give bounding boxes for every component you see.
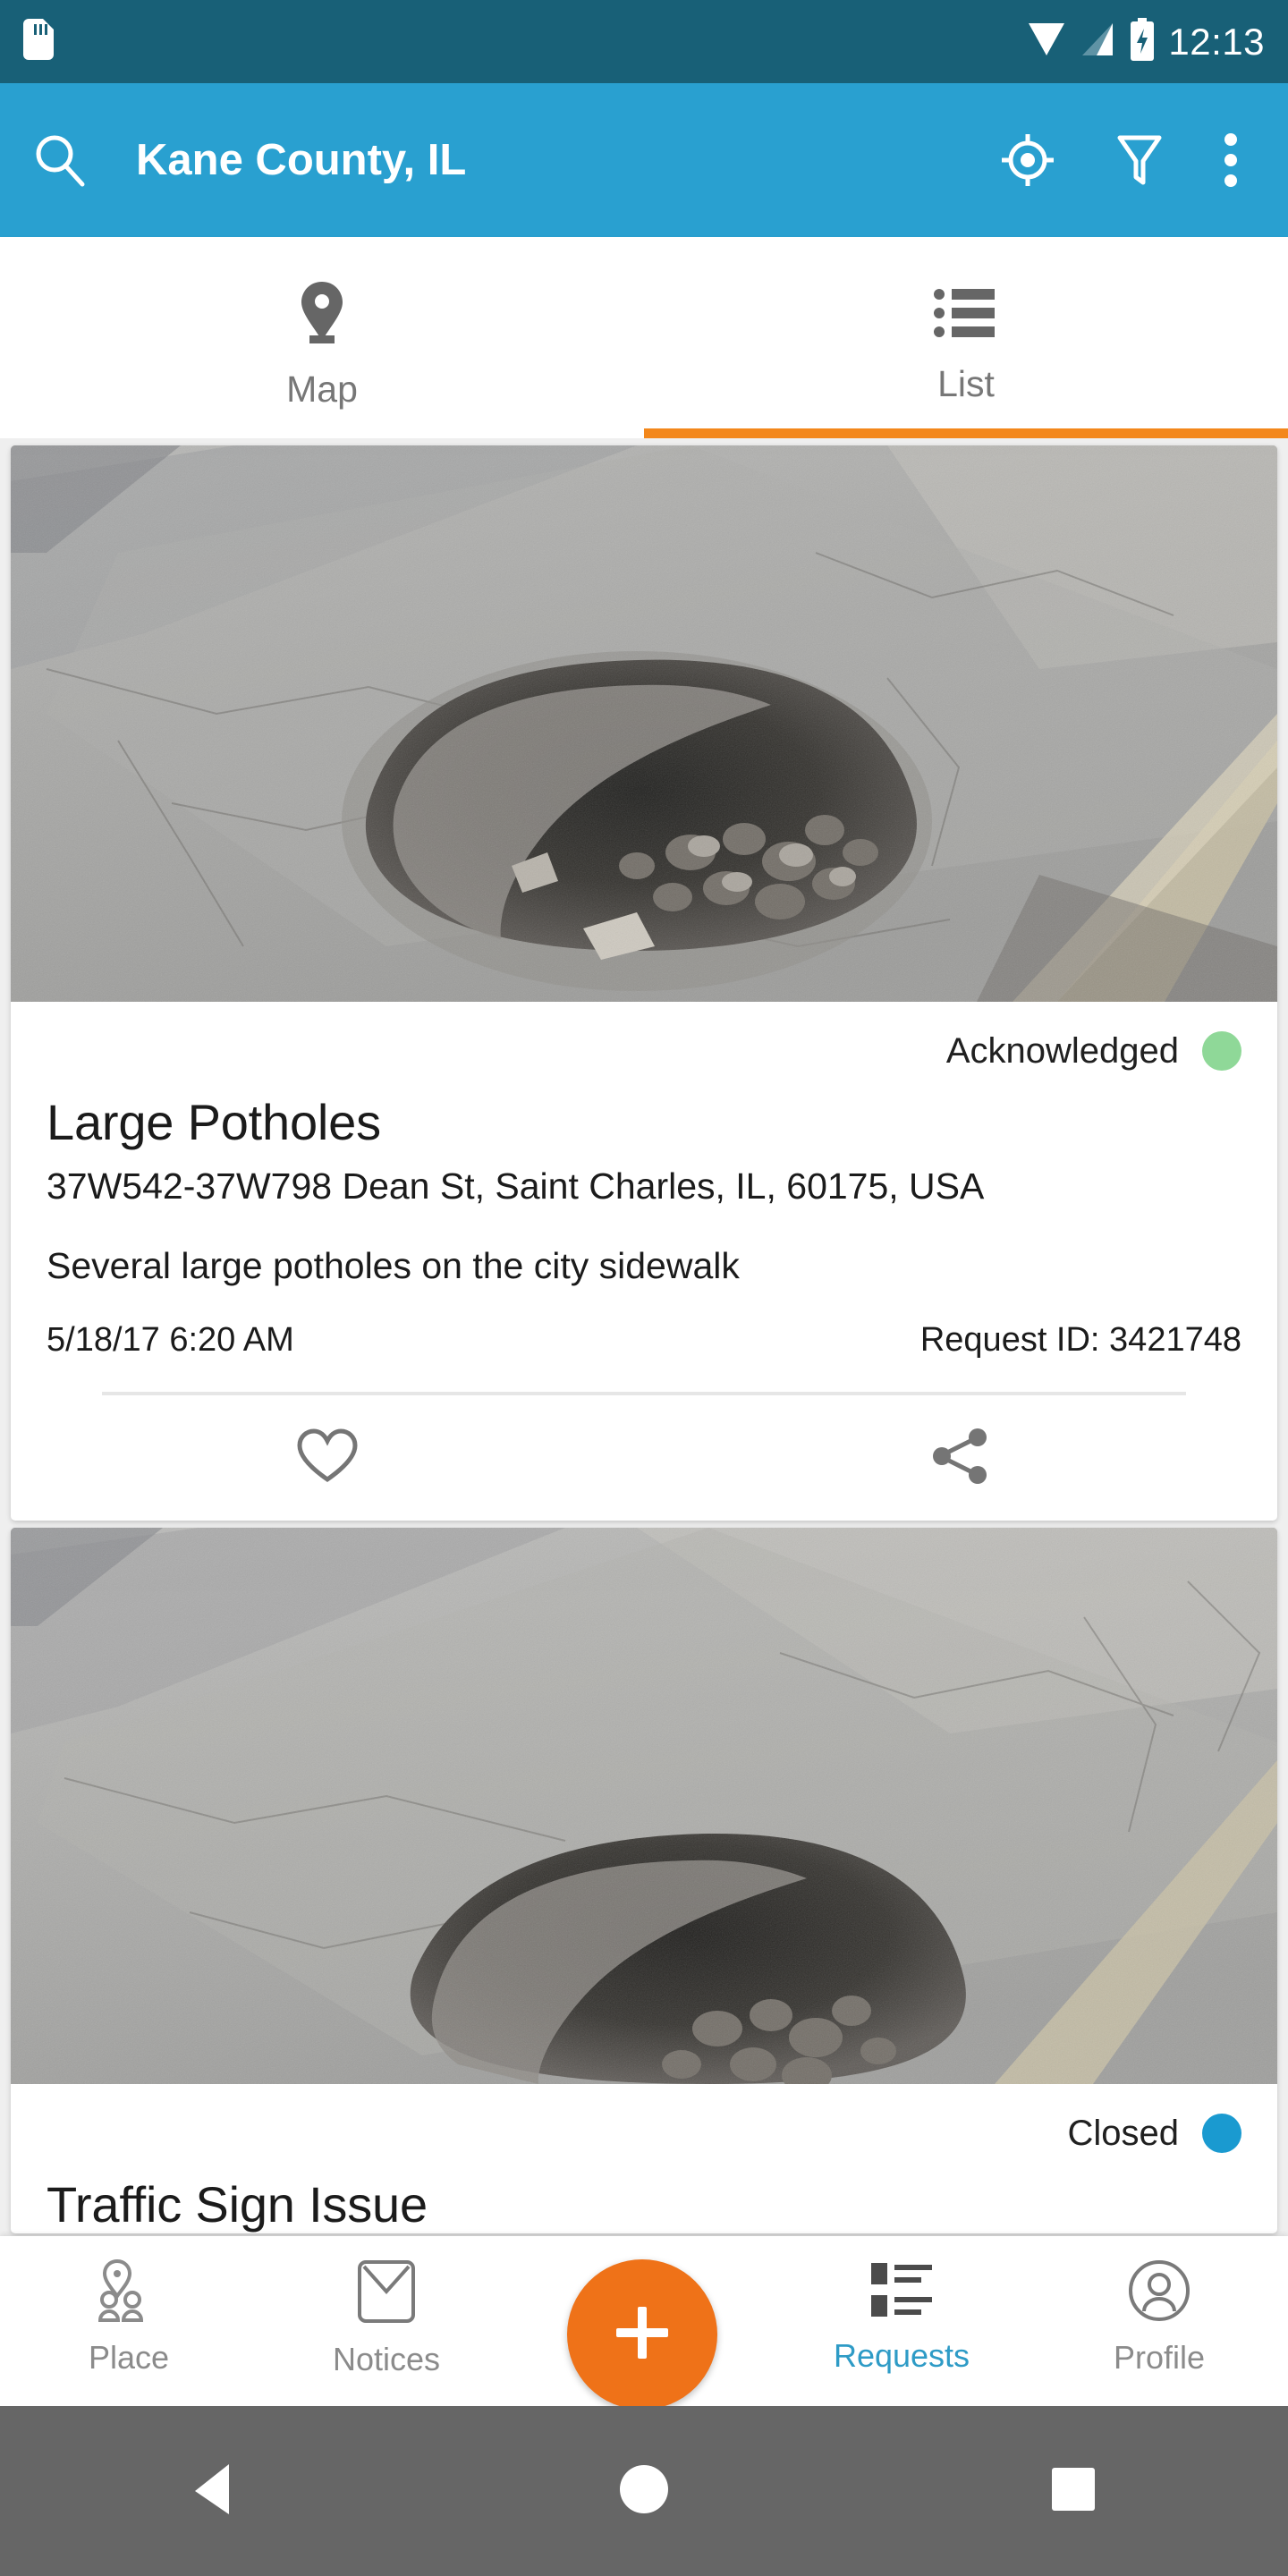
android-back-button[interactable] <box>0 2462 429 2521</box>
plus-icon <box>609 2300 675 2370</box>
nav-item-notices[interactable]: Notices <box>258 2259 515 2378</box>
cellular-signal-icon <box>1079 20 1116 64</box>
status-bar-left-icons <box>23 19 54 64</box>
app-root: 12:13 Kane County, IL Map List Acknowled… <box>0 0 1288 2576</box>
add-request-fab[interactable] <box>567 2259 717 2410</box>
request-title: Traffic Sign Issue <box>47 2176 428 2233</box>
nav-item-place[interactable]: Place <box>0 2258 258 2377</box>
card-action-row <box>11 1395 1277 1521</box>
back-triangle-icon <box>190 2462 240 2521</box>
request-card-body: Closed Traffic Sign Issue <box>11 2084 1277 2233</box>
envelope-icon <box>357 2259 416 2328</box>
status-badge: Acknowledged <box>945 1030 1179 1071</box>
sd-card-icon <box>23 19 54 64</box>
tab-list-label: List <box>937 362 995 404</box>
status-bar-right-icons: 12:13 <box>1027 18 1265 65</box>
list-bullet-icon <box>934 285 998 345</box>
status-badge: Closed <box>1067 2113 1179 2153</box>
requests-list-icon <box>869 2259 934 2325</box>
requests-list[interactable]: Acknowledged Large Potholes 37W542-37W79… <box>0 438 1288 2236</box>
my-location-icon[interactable] <box>1000 132 1055 188</box>
share-button[interactable] <box>644 1395 1277 1521</box>
place-people-icon <box>93 2258 165 2326</box>
nav-label-profile: Profile <box>1113 2339 1206 2376</box>
app-bar: Kane County, IL <box>0 83 1288 237</box>
request-id: Request ID: 3421748 <box>919 1321 1241 1359</box>
tab-map-label: Map <box>286 368 358 410</box>
more-vertical-icon[interactable] <box>1224 132 1238 188</box>
request-card[interactable]: Closed Traffic Sign Issue <box>11 1528 1277 2233</box>
map-pin-icon <box>297 280 347 351</box>
request-timestamp: 5/18/17 6:20 AM <box>47 1321 294 1359</box>
request-photo[interactable] <box>11 1528 1277 2084</box>
search-icon[interactable] <box>30 131 89 190</box>
status-dot <box>1202 1031 1241 1071</box>
nav-label-requests: Requests <box>833 2337 970 2374</box>
person-circle-icon <box>1128 2259 1191 2326</box>
heart-outline-icon <box>296 1428 359 1489</box>
request-title: Large Potholes <box>47 1094 381 1150</box>
request-card-body: Acknowledged Large Potholes 37W542-37W79… <box>11 1002 1277 1395</box>
home-circle-icon <box>618 2463 670 2520</box>
request-address: 37W542-37W798 Dean St, Saint Charles, IL… <box>47 1165 985 1207</box>
filter-funnel-icon[interactable] <box>1116 132 1163 188</box>
request-card[interactable]: Acknowledged Large Potholes 37W542-37W79… <box>11 445 1277 1521</box>
status-bar-clock: 12:13 <box>1168 20 1265 63</box>
android-navigation-bar <box>0 2406 1288 2576</box>
nav-label-notices: Notices <box>332 2341 441 2377</box>
tab-map[interactable]: Map <box>0 237 644 438</box>
share-icon <box>931 1427 990 1490</box>
android-recents-button[interactable] <box>859 2466 1288 2517</box>
battery-charging-icon <box>1129 18 1156 65</box>
nav-item-profile[interactable]: Profile <box>1030 2259 1288 2377</box>
status-bar: 12:13 <box>0 0 1288 83</box>
tab-list[interactable]: List <box>644 237 1288 438</box>
recents-square-icon <box>1050 2466 1097 2517</box>
status-row: Closed <box>47 2104 1241 2163</box>
request-meta-row: 5/18/17 6:20 AM Request ID: 3421748 <box>47 1321 1241 1360</box>
app-bar-actions <box>1000 132 1258 188</box>
status-row: Acknowledged <box>47 1021 1241 1080</box>
nav-label-place: Place <box>88 2339 170 2376</box>
request-description: Several large potholes on the city sidew… <box>47 1245 740 1286</box>
wifi-icon <box>1027 20 1066 64</box>
favorite-button[interactable] <box>11 1395 644 1521</box>
request-photo[interactable] <box>11 445 1277 1002</box>
page-title: Kane County, IL <box>136 136 467 184</box>
nav-item-requests[interactable]: Requests <box>773 2259 1030 2375</box>
status-dot <box>1202 2114 1241 2153</box>
tab-active-indicator <box>644 428 1288 438</box>
view-tab-bar: Map List <box>0 237 1288 438</box>
android-home-button[interactable] <box>429 2463 859 2520</box>
